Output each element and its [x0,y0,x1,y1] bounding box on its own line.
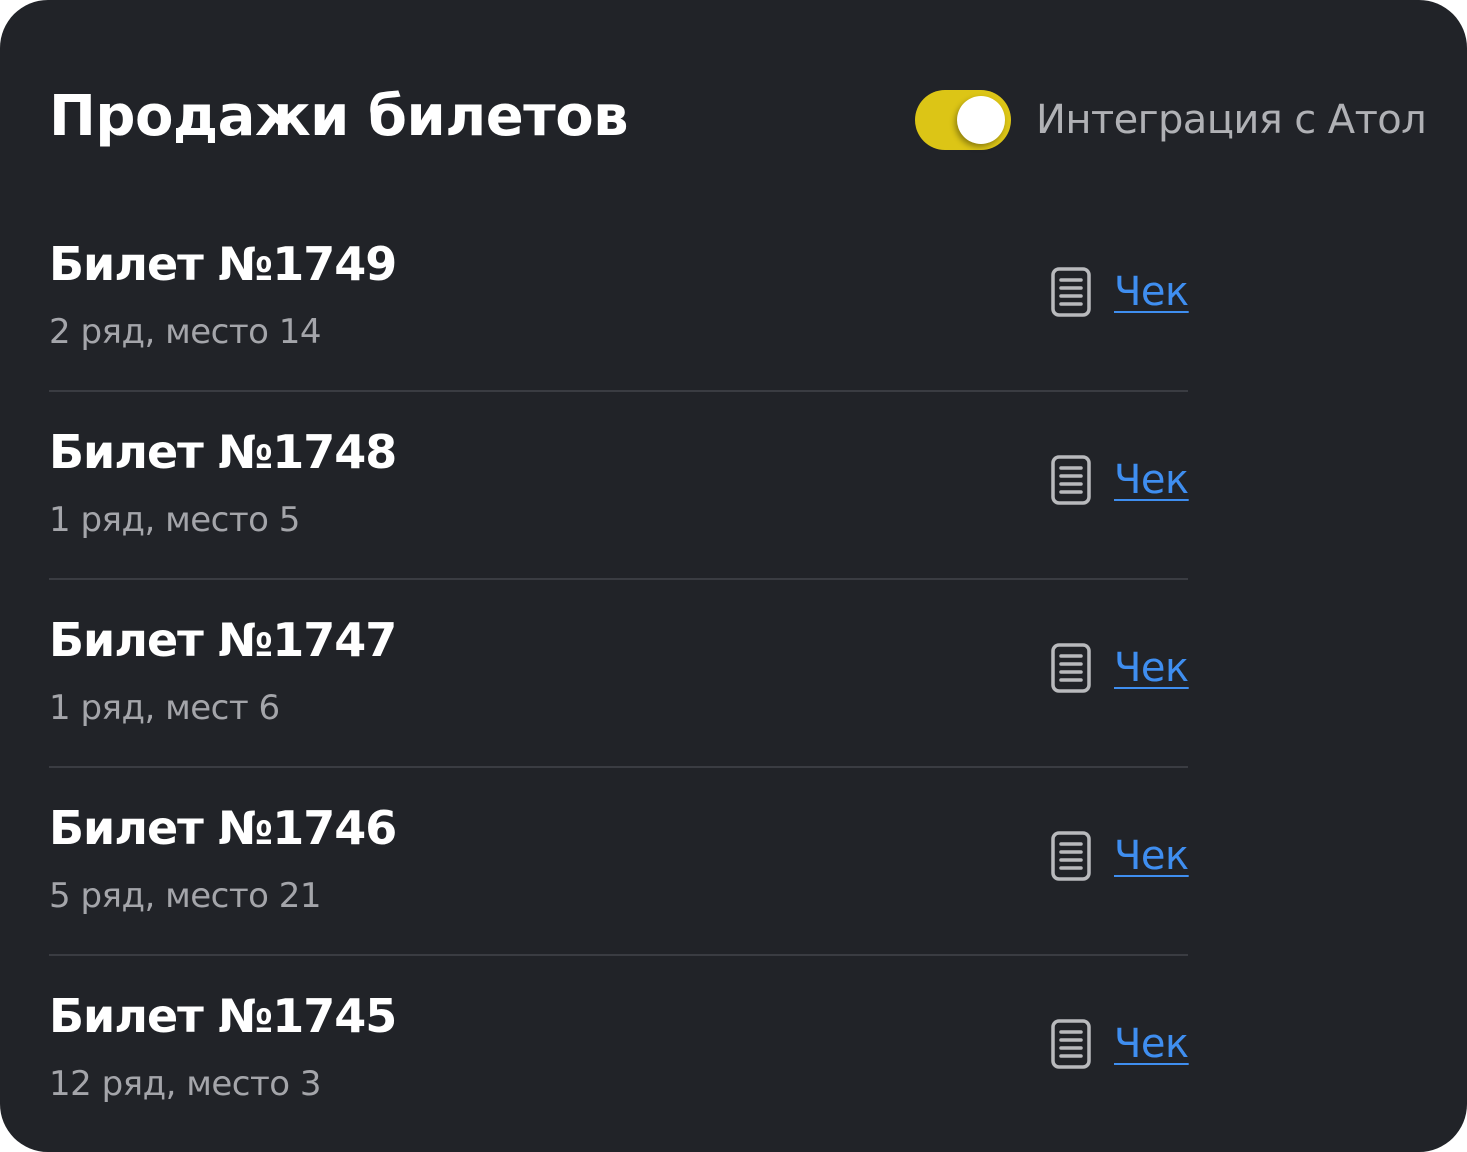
ticket-name: Билет №1745 [49,989,397,1043]
receipt-link[interactable]: Чек [1050,1016,1189,1072]
receipt-link[interactable]: Чек [1050,828,1189,884]
document-icon [1051,455,1091,505]
receipt-link-label[interactable]: Чек [1114,832,1189,880]
ticket-sales-card: Продажи билетов Интеграция с Атол Билет … [0,0,1467,1152]
atol-integration-toggle[interactable] [915,90,1011,150]
ticket-name: Билет №1749 [49,237,397,291]
receipt-link-label[interactable]: Чек [1114,1020,1189,1068]
ticket-list: Билет №1749 2 ряд, место 14 Чек Билет №1… [49,204,1189,1144]
ticket-seat: 1 ряд, мест 6 [49,688,280,728]
ticket-seat: 2 ряд, место 14 [49,312,322,352]
receipt-link[interactable]: Чек [1050,264,1189,320]
receipt-link[interactable]: Чек [1050,640,1189,696]
ticket-row: Билет №1747 1 ряд, мест 6 Чек [49,580,1189,768]
ticket-row: Билет №1745 12 ряд, место 3 Чек [49,956,1189,1144]
atol-integration-label: Интеграция с Атол [1036,97,1427,143]
ticket-name: Билет №1746 [49,801,397,855]
receipt-link-label[interactable]: Чек [1114,268,1189,316]
receipt-link[interactable]: Чек [1050,452,1189,508]
ticket-seat: 1 ряд, место 5 [49,500,300,540]
ticket-row: Билет №1748 1 ряд, место 5 Чек [49,392,1189,580]
ticket-name: Билет №1747 [49,613,397,667]
toggle-knob [957,96,1005,144]
receipt-link-label[interactable]: Чек [1114,644,1189,692]
ticket-name: Билет №1748 [49,425,397,479]
document-icon [1051,643,1091,693]
page-title: Продажи билетов [49,84,629,149]
document-icon [1051,267,1091,317]
ticket-row: Билет №1746 5 ряд, место 21 Чек [49,768,1189,956]
ticket-seat: 12 ряд, место 3 [49,1064,322,1104]
document-icon [1051,1019,1091,1069]
ticket-row: Билет №1749 2 ряд, место 14 Чек [49,204,1189,392]
document-icon [1051,831,1091,881]
ticket-seat: 5 ряд, место 21 [49,876,322,916]
receipt-link-label[interactable]: Чек [1114,456,1189,504]
